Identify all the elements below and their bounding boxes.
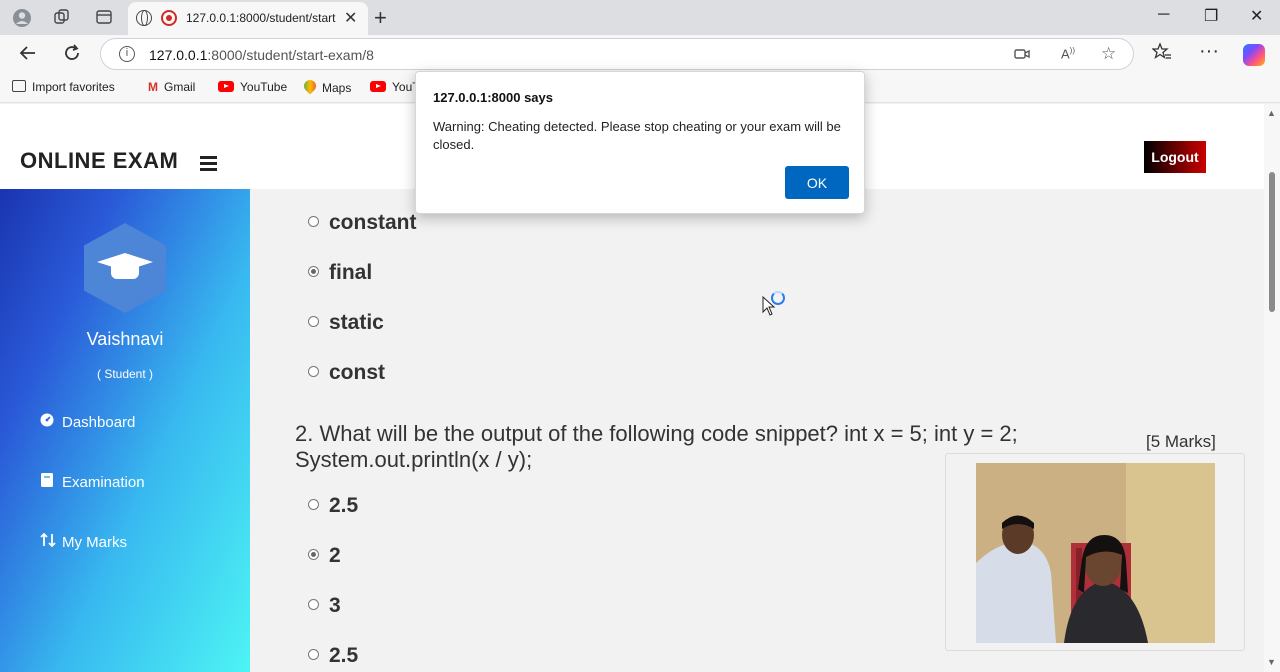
radio-button[interactable] [308,316,319,327]
favorite-import[interactable]: Import favorites [12,80,115,94]
answer-option[interactable]: 2.5 [308,644,358,668]
answer-option[interactable]: 3 [308,594,341,618]
sidebar-item-label: Examination [62,474,145,491]
book-icon [40,473,54,490]
favorite-label: Maps [322,81,352,95]
question-marks: [5 Marks] [1146,432,1216,451]
brand-title: ONLINE EXAM [20,148,179,173]
favorite-youtube[interactable]: YouTube [218,80,287,94]
scroll-thumb[interactable] [1269,172,1275,312]
avatar [84,223,166,313]
dialog-title: 127.0.0.1:8000 says [433,90,553,105]
option-label: const [329,361,386,384]
menu-toggle-icon[interactable] [200,156,217,171]
recording-icon [161,10,177,26]
favorites-icon[interactable] [1151,42,1172,66]
scroll-down-icon[interactable]: ▼ [1267,657,1276,667]
sidebar-item-examination[interactable]: Examination [40,473,145,491]
answer-option[interactable]: 2.5 [308,494,358,518]
favorite-label: Gmail [164,80,196,94]
favorite-gmail[interactable]: M Gmail [148,80,195,94]
favorite-maps[interactable]: Maps [301,77,352,95]
refresh-icon[interactable] [62,43,82,67]
option-label: static [329,311,384,334]
user-role: ( Student ) [96,367,154,381]
radio-button[interactable] [308,499,319,510]
page-scrollbar[interactable]: ▲ ▼ [1264,104,1280,672]
profile-icon[interactable] [12,8,32,28]
back-icon[interactable] [18,43,38,67]
youtube-icon [370,81,386,92]
sidebar-item-dashboard[interactable]: Dashboard [40,413,135,431]
browser-tab-bar: 127.0.0.1:8000/student/start-exam/8 ✕ + … [0,0,1280,35]
tab-title: 127.0.0.1:8000/student/start-exam/8 [186,11,336,25]
dashboard-icon [40,413,54,430]
minimize-icon[interactable]: ─ [1158,6,1169,24]
sidebar-item-my-marks[interactable]: My Marks [40,532,127,551]
dialog-message: Warning: Cheating detected. Please stop … [433,119,841,152]
youtube-icon [218,81,234,92]
option-label: 2.5 [329,644,359,667]
webcam-feed [976,463,1215,643]
sort-icon [40,532,56,550]
sidebar-item-label: My Marks [62,534,127,551]
copilot-icon[interactable] [1243,44,1265,66]
maps-icon [301,77,319,95]
answer-option[interactable]: final [308,261,372,285]
site-info-icon[interactable]: i [119,46,135,62]
url-text: 127.0.0.1:8000/student/start-exam/8 [149,47,374,63]
more-options-icon[interactable]: ··· [1199,41,1219,61]
user-name: Vaishnavi [86,329,164,349]
option-label: 2 [329,544,341,567]
logout-button[interactable]: Logout [1144,141,1206,173]
scroll-up-icon[interactable]: ▲ [1267,108,1276,118]
sidebar: Vaishnavi ( Student ) Dashboard Examinat… [0,189,250,672]
option-label: 3 [329,594,341,617]
address-bar[interactable]: i 127.0.0.1:8000/student/start-exam/8 A)… [100,38,1134,70]
sidebar-item-label: Dashboard [62,414,136,431]
window-close-icon[interactable]: ✕ [1250,6,1263,26]
answer-option[interactable]: const [308,361,385,385]
graduation-cap-icon [97,253,153,283]
camera-icon[interactable] [1014,46,1030,66]
radio-button[interactable] [308,599,319,610]
close-tab-icon[interactable]: ✕ [344,8,357,28]
tab-actions-icon[interactable] [94,8,114,28]
option-label: 2.5 [329,494,359,517]
workspaces-icon[interactable] [52,8,72,28]
globe-icon [136,10,152,26]
radio-button[interactable] [308,216,319,227]
favorite-star-icon[interactable]: ☆ [1101,44,1116,64]
ok-button[interactable]: OK [785,166,849,199]
answer-option[interactable]: 2 [308,544,341,568]
radio-button-selected[interactable] [308,266,319,277]
webcam-panel [945,453,1245,651]
favorite-youtube-2[interactable]: YouT [370,80,420,94]
answer-option[interactable]: static [308,311,384,335]
new-tab-icon[interactable]: + [374,5,387,31]
read-aloud-icon[interactable]: A)) [1061,46,1075,61]
answer-option[interactable]: constant [308,211,417,235]
active-tab[interactable]: 127.0.0.1:8000/student/start-exam/8 ✕ [128,2,368,35]
gmail-icon: M [148,80,158,94]
radio-button-selected[interactable] [308,549,319,560]
loading-spinner-icon [771,291,785,305]
favorite-label: YouTube [240,80,288,94]
alert-dialog: 127.0.0.1:8000 says Warning: Cheating de… [415,71,865,214]
browser-nav-bar: i 127.0.0.1:8000/student/start-exam/8 A)… [0,35,1280,73]
import-icon [12,80,26,92]
option-label: constant [329,211,417,234]
favorite-label: Import favorites [32,80,115,94]
radio-button[interactable] [308,366,319,377]
radio-button[interactable] [308,649,319,660]
option-label: final [329,261,373,284]
restore-icon[interactable]: ❐ [1204,6,1218,26]
